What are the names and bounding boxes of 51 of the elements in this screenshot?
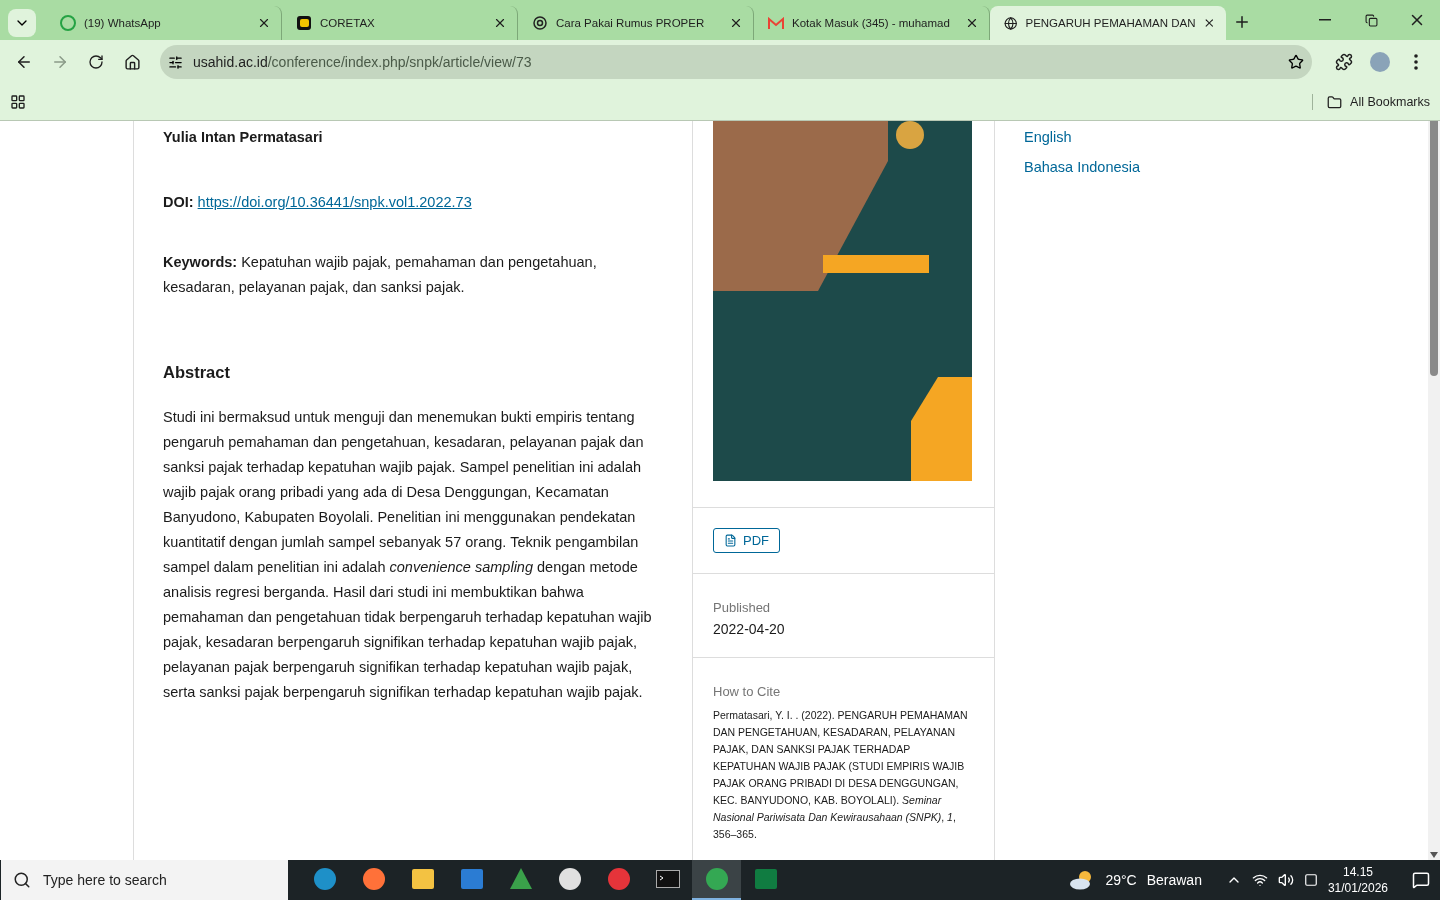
app-logo-icon — [296, 15, 312, 31]
apps-grid-icon[interactable] — [10, 94, 26, 110]
terminal-icon — [655, 867, 680, 891]
scrollbar-thumb[interactable] — [1430, 121, 1438, 376]
puzzle-icon — [1335, 53, 1353, 71]
reload-icon — [88, 54, 104, 70]
abstract-heading: Abstract — [163, 362, 231, 383]
globe-icon — [1004, 15, 1018, 31]
forward-arrow-icon — [51, 53, 69, 71]
file-icon — [724, 534, 737, 547]
close-icon[interactable] — [493, 16, 507, 30]
tab-search-button[interactable] — [8, 9, 36, 37]
notifications-icon[interactable] — [1412, 871, 1430, 889]
close-icon[interactable] — [257, 16, 271, 30]
taskbar-clock[interactable]: 14.15 31/01/2026 — [1327, 864, 1388, 896]
home-icon — [123, 53, 141, 71]
weather-text: Berawan — [1146, 872, 1202, 888]
close-icon[interactable] — [1203, 16, 1216, 30]
restore-icon — [1364, 13, 1378, 27]
abstract-text: Studi ini bermaksud untuk menguji dan menemukan bukti empiris tentang pengaruh pemahaman dan pengetahuan, kesadaran, pelayanan pajak dan sanksi pajak terhadap kepatuhan wajib pajak. Sampel penelitian ini adalah wajib pajak orang pribadi yang ada di Desa Denggungan, Kecamatan Banyudono, Kabupaten Boyolali. Penelitian ini menggunakan pendekatan kuantitatif dengan jumlah sampel sebanyak 57 orang. Teknik pengambilan sampel dalam penelitian ini adalah convenience sampling dengan metode analisis regresi berganda. Hasil dari studi ini membuktikan bahwa pemahaman dan pengetahuan tidak berpengaruh terhadap kepatuhan wajib pajak, kesadaran berpengaruh signifikan terhadap kepatuhan wajib pajak, pelayanan pajak berpengaruh signifikan terhadap kepatuhan wajib pajak, serta sanksi pajak berpengaruh signifikan terhadap kepatuhan wajib pajak. — [163, 408, 653, 702]
close-icon[interactable] — [729, 16, 743, 30]
bookmark-star-icon[interactable] — [1288, 54, 1304, 70]
scroll-down-arrow-icon[interactable] — [1430, 852, 1438, 858]
language-link[interactable]: English — [1024, 125, 1141, 150]
temperature-text: 29°C — [1105, 872, 1137, 888]
keywords-text: Keywords: Kepatuhan wajib pajak, pemahaman dan pengetahuan, kesadaran, pelayanan pajak, dan sanksi pajak. — [163, 253, 598, 297]
avatar-circle-icon — [1369, 51, 1391, 73]
language-link[interactable]: Bahasa Indonesia — [1024, 155, 1141, 180]
display-icon[interactable] — [1303, 873, 1318, 887]
published-label: Published — [713, 600, 772, 615]
browser-tab[interactable]: PENGARUH PEMAHAMAN DAN — [990, 6, 1226, 40]
volume-icon[interactable] — [1277, 872, 1294, 888]
minimize-icon — [1319, 19, 1331, 21]
doi-link[interactable]: https://doi.org/10.36441/snpk.vol1.2022.73 — [197, 190, 472, 215]
close-icon[interactable] — [965, 16, 979, 30]
citation-text: Permatasari, Y. I. . (2022). PENGARUH PEMAHAMAN DAN PENGETAHUAN, KESADARAN, PELAYANAN PAJAK, DAN SANKSI PAJAK TERHADAP KEPATUHAN WAJIB PAJAK (STUDI EMPIRIS WAJIB PAJAK ORANG PRIBADI DI DESA DENGGUNGAN, KEC. BANYUDONO, KAB. BOYOLALI). Seminar Nasional Pariwisata Dan Kewirausahaan (SNPK), 1, 356–365. — [713, 708, 969, 842]
search-icon — [13, 871, 31, 889]
site-settings-icon[interactable] — [168, 54, 183, 70]
taskbar-search-field[interactable]: Type here to search — [1, 860, 288, 900]
how-to-cite-label: How to Cite — [713, 684, 782, 699]
plus-icon — [1233, 13, 1251, 31]
all-bookmarks-button[interactable]: All Bookmarks — [1312, 94, 1430, 110]
network-icon[interactable] — [1251, 872, 1268, 888]
more-dots-icon — [1414, 54, 1418, 70]
mail-icon — [768, 16, 784, 30]
pdf-download-button[interactable]: PDF — [713, 528, 780, 553]
author-name: Yulia Intan Permatasari — [163, 128, 324, 147]
doi-label: DOI: — [163, 193, 194, 212]
published-date: 2022-04-20 — [713, 621, 786, 637]
address-bar[interactable]: usahid.ac.id/conference/index.php/snpk/article/view/73 — [160, 45, 1312, 79]
scrollbar[interactable] — [1428, 121, 1440, 860]
